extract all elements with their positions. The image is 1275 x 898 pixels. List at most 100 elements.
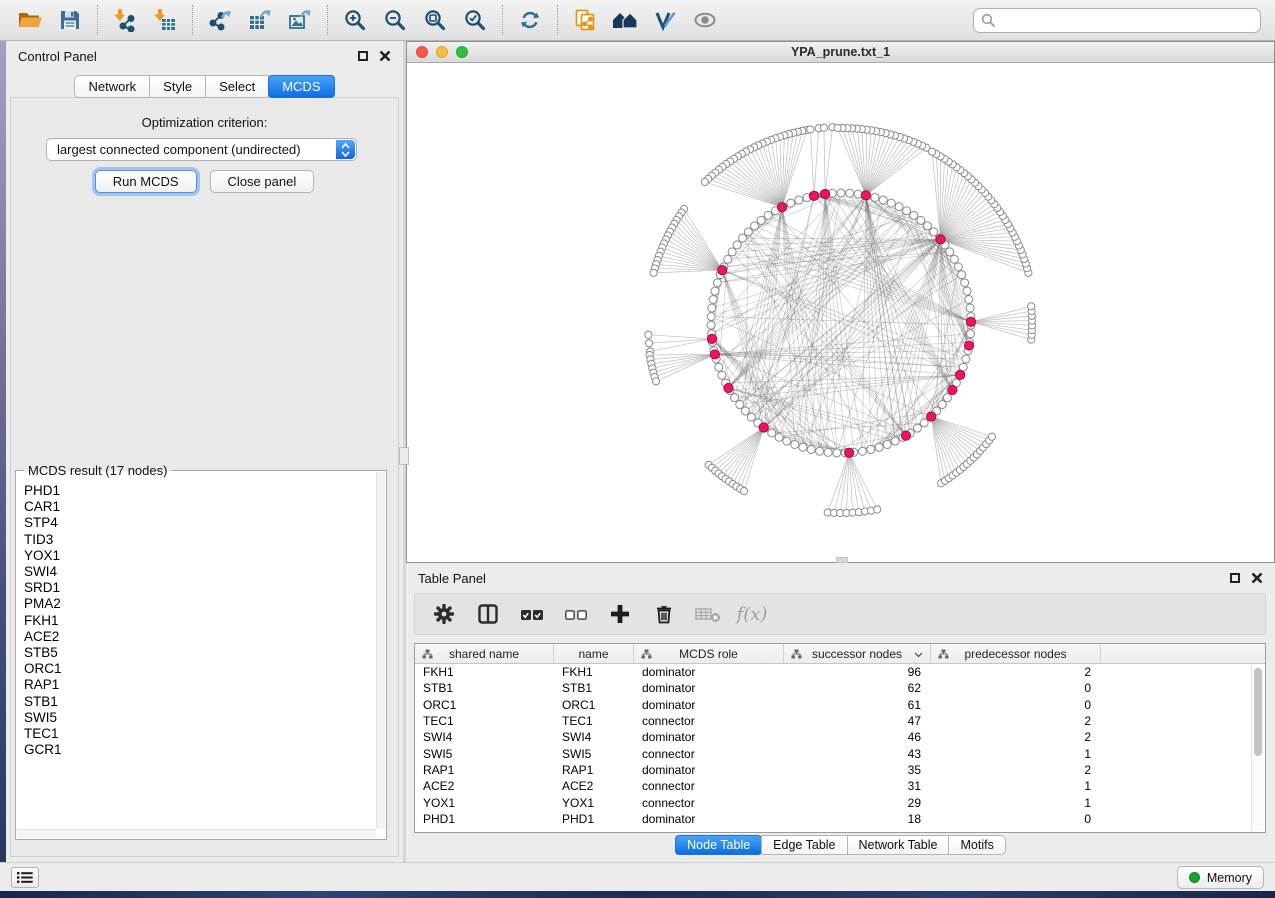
mcds-result-item[interactable]: SWI4 xyxy=(24,564,374,580)
run-mcds-button[interactable]: Run MCDS xyxy=(95,170,197,193)
cell-shared-name[interactable]: ORC1 xyxy=(415,697,554,713)
refresh-view-button[interactable] xyxy=(510,3,550,37)
cell-name[interactable]: SWI4 xyxy=(554,729,634,745)
cell-mcds-role[interactable]: connector xyxy=(634,713,784,729)
mcds-result-item[interactable]: SRD1 xyxy=(24,580,374,596)
cell-mcds-role[interactable]: dominator xyxy=(634,762,784,778)
cell-shared-name[interactable]: FKH1 xyxy=(415,664,554,680)
cell-predecessor-nodes[interactable]: 2 xyxy=(931,664,1101,680)
mcds-result-item[interactable]: CAR1 xyxy=(24,499,374,515)
cell-successor-nodes[interactable]: 47 xyxy=(784,713,931,729)
tab-style[interactable]: Style xyxy=(149,75,206,98)
column-header-name[interactable]: name xyxy=(554,644,634,663)
select-all-button[interactable] xyxy=(517,599,547,629)
deselect-all-button[interactable] xyxy=(561,599,591,629)
memory-button[interactable]: Memory xyxy=(1177,866,1264,889)
mcds-result-item[interactable]: RAP1 xyxy=(24,677,374,693)
tab-edge-table[interactable]: Edge Table xyxy=(761,835,847,855)
mcds-result-item[interactable]: TID3 xyxy=(24,532,374,548)
mcds-result-item[interactable]: PHD1 xyxy=(24,483,374,499)
cell-predecessor-nodes[interactable]: 2 xyxy=(931,713,1101,729)
minimize-window-icon[interactable] xyxy=(436,46,448,58)
cell-shared-name[interactable]: ACE2 xyxy=(415,778,554,794)
show-hide-button[interactable] xyxy=(685,3,725,37)
export-network-button[interactable] xyxy=(200,3,240,37)
network-canvas[interactable] xyxy=(407,63,1274,562)
mcds-result-item[interactable]: ORC1 xyxy=(24,661,374,677)
close-window-icon[interactable] xyxy=(416,46,428,58)
cell-successor-nodes[interactable]: 46 xyxy=(784,729,931,745)
close-table-panel-icon[interactable] xyxy=(1251,572,1263,584)
cell-mcds-role[interactable]: connector xyxy=(634,778,784,794)
table-vscrollbar-thumb[interactable] xyxy=(1254,668,1262,756)
export-image-button[interactable] xyxy=(280,3,320,37)
cell-successor-nodes[interactable]: 29 xyxy=(784,794,931,810)
float-panel-icon[interactable] xyxy=(358,51,368,61)
add-column-button[interactable] xyxy=(605,599,635,629)
cell-shared-name[interactable]: STB1 xyxy=(415,680,554,696)
cell-mcds-role[interactable]: dominator xyxy=(634,697,784,713)
clone-network-button[interactable] xyxy=(565,3,605,37)
cell-name[interactable]: ORC1 xyxy=(554,697,634,713)
cell-shared-name[interactable]: PHD1 xyxy=(415,811,554,827)
cell-shared-name[interactable]: TEC1 xyxy=(415,713,554,729)
zoom-selected-button[interactable] xyxy=(455,3,495,37)
cell-predecessor-nodes[interactable]: 1 xyxy=(931,745,1101,761)
mcds-list-hscrollbar[interactable] xyxy=(17,829,376,838)
zoom-fit-button[interactable] xyxy=(415,3,455,37)
cell-successor-nodes[interactable]: 96 xyxy=(784,664,931,680)
mcds-result-item[interactable]: STP4 xyxy=(24,515,374,531)
network-graph[interactable] xyxy=(407,63,1274,562)
cell-shared-name[interactable]: SWI5 xyxy=(415,745,554,761)
column-header-mcds-role[interactable]: MCDS role xyxy=(634,644,784,663)
mcds-result-item[interactable]: ACE2 xyxy=(24,629,374,645)
cell-mcds-role[interactable]: connector xyxy=(634,794,784,810)
vertical-splitter-handle[interactable] xyxy=(399,447,409,465)
export-table-button[interactable] xyxy=(240,3,280,37)
table-settings-button[interactable] xyxy=(429,599,459,629)
zoom-in-button[interactable] xyxy=(335,3,375,37)
table-row[interactable]: STB1STB1dominator620 xyxy=(415,680,1265,696)
cell-name[interactable]: STB1 xyxy=(554,680,634,696)
table-row[interactable]: RAP1RAP1dominator352 xyxy=(415,762,1265,778)
cell-shared-name[interactable]: YOX1 xyxy=(415,794,554,810)
table-vscrollbar[interactable] xyxy=(1251,665,1264,831)
search-input[interactable] xyxy=(973,8,1261,33)
cell-name[interactable]: SWI5 xyxy=(554,745,634,761)
open-session-button[interactable] xyxy=(10,3,50,37)
cell-mcds-role[interactable]: dominator xyxy=(634,680,784,696)
criterion-select[interactable]: largest connected component (undirected) xyxy=(46,138,357,161)
table-row[interactable]: SWI5SWI5connector431 xyxy=(415,745,1265,761)
cell-shared-name[interactable]: SWI4 xyxy=(415,729,554,745)
maximize-window-icon[interactable] xyxy=(456,46,468,58)
cell-successor-nodes[interactable]: 18 xyxy=(784,811,931,827)
import-table-button[interactable] xyxy=(145,3,185,37)
cell-successor-nodes[interactable]: 35 xyxy=(784,762,931,778)
zoom-out-button[interactable] xyxy=(375,3,415,37)
cell-predecessor-nodes[interactable]: 2 xyxy=(931,729,1101,745)
cell-predecessor-nodes[interactable]: 2 xyxy=(931,762,1101,778)
cell-mcds-role[interactable]: dominator xyxy=(634,664,784,680)
cell-predecessor-nodes[interactable]: 0 xyxy=(931,680,1101,696)
table-row[interactable]: SWI4SWI4dominator462 xyxy=(415,729,1265,745)
task-history-button[interactable] xyxy=(11,867,39,888)
cell-predecessor-nodes[interactable]: 0 xyxy=(931,811,1101,827)
table-row[interactable]: TEC1TEC1connector472 xyxy=(415,713,1265,729)
delete-column-button[interactable] xyxy=(649,599,679,629)
cell-name[interactable]: RAP1 xyxy=(554,762,634,778)
mcds-result-list[interactable]: PHD1CAR1STP4TID3YOX1SWI4SRD1PMA2FKH1ACE2… xyxy=(24,483,374,827)
tab-network[interactable]: Network xyxy=(74,75,150,98)
table-row[interactable]: ORC1ORC1dominator610 xyxy=(415,697,1265,713)
save-session-button[interactable] xyxy=(50,3,90,37)
horizontal-splitter-handle[interactable] xyxy=(836,557,848,563)
float-table-panel-icon[interactable] xyxy=(1230,573,1240,583)
tab-mcds[interactable]: MCDS xyxy=(268,75,334,98)
function-builder-button[interactable]: f(x) xyxy=(737,599,767,629)
cell-predecessor-nodes[interactable]: 1 xyxy=(931,778,1101,794)
mcds-result-item[interactable]: SWI5 xyxy=(24,710,374,726)
delete-table-button[interactable] xyxy=(693,599,723,629)
cell-predecessor-nodes[interactable]: 1 xyxy=(931,794,1101,810)
mcds-result-item[interactable]: YOX1 xyxy=(24,548,374,564)
cell-predecessor-nodes[interactable]: 0 xyxy=(931,697,1101,713)
import-network-button[interactable] xyxy=(105,3,145,37)
